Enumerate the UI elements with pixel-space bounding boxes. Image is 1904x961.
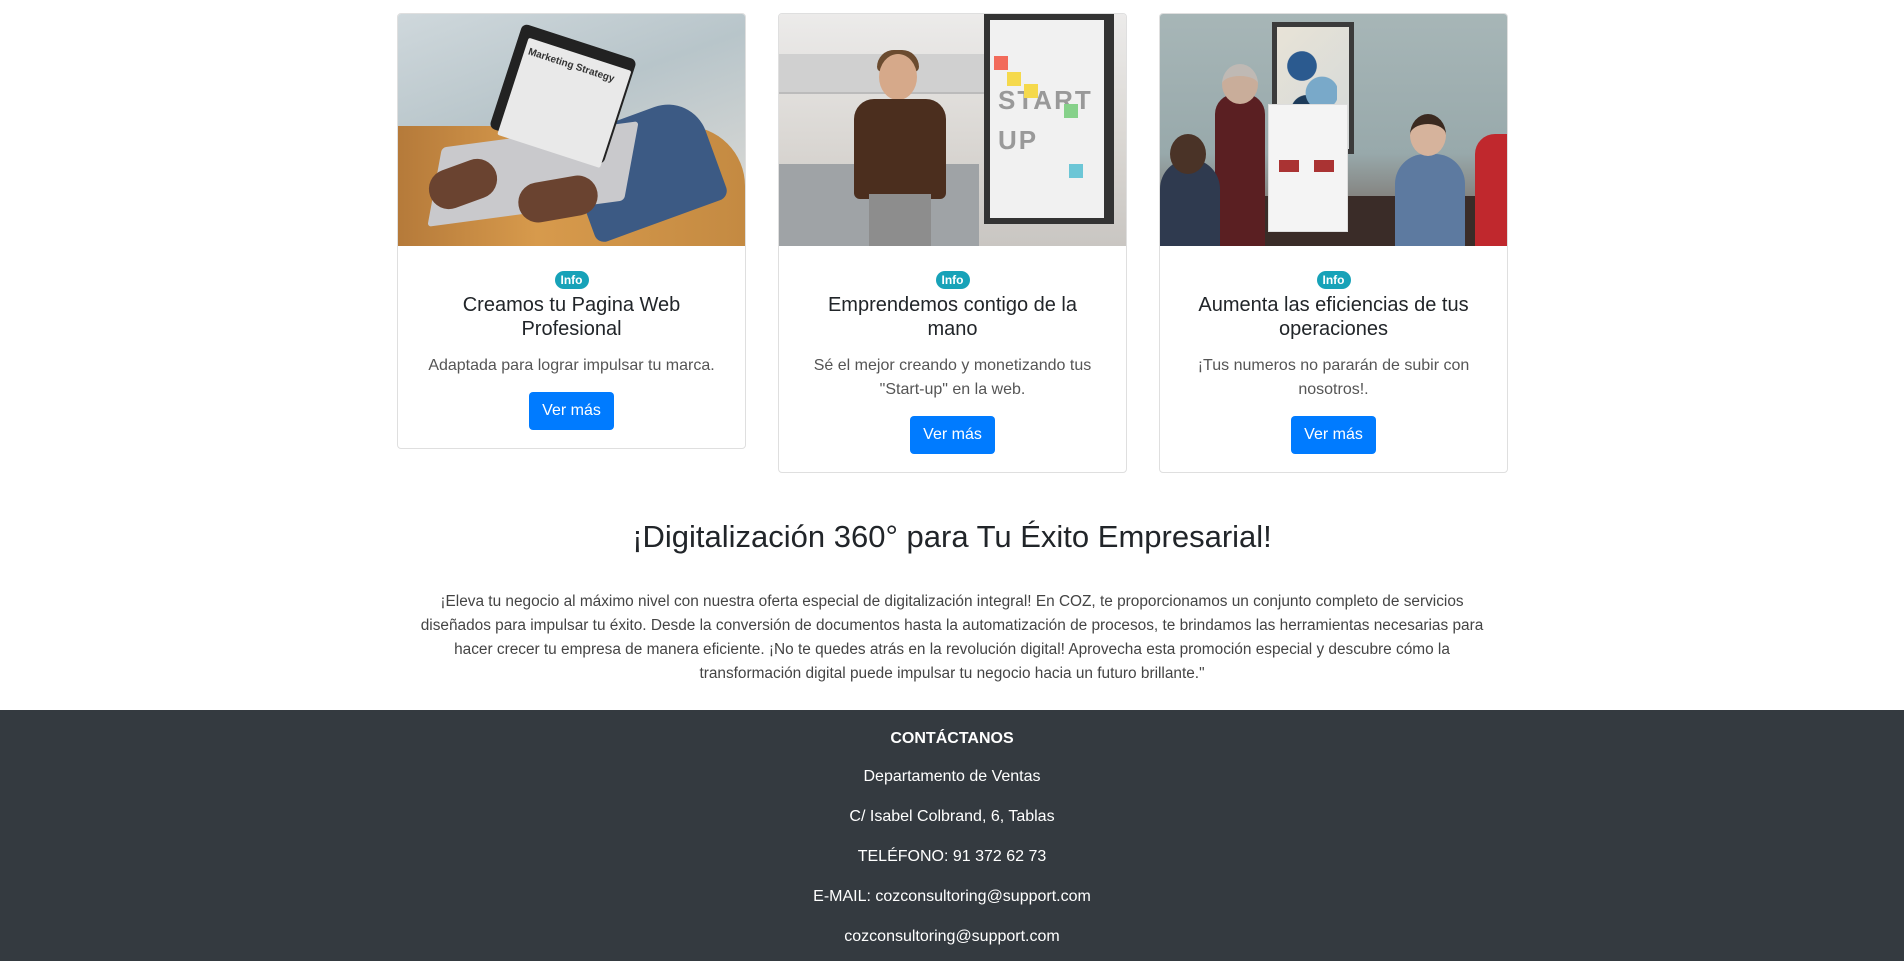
card-web-design: Info Creamos tu Pagina Web Profesional A… [397, 13, 746, 449]
card-title: Emprendemos contigo de la mano [827, 294, 1078, 340]
see-more-button[interactable]: Ver más [529, 392, 614, 430]
card-text: Sé el mejor creando y monetizando tus "S… [813, 357, 1092, 398]
footer-phone: TELÉFONO: 91 372 62 73 [857, 848, 1047, 865]
footer-email-link[interactable]: cozconsultoring@support.com [0, 928, 1904, 946]
service-cards: Info Creamos tu Pagina Web Profesional A… [397, 13, 1508, 473]
see-more-button[interactable]: Ver más [910, 416, 995, 454]
promo-title: ¡Digitalización 360° para Tu Éxito Empre… [632, 519, 1272, 554]
footer-department: Departamento de Ventas [863, 768, 1041, 785]
card-text: Adaptada para lograr impulsar tu marca. [428, 357, 715, 374]
footer-address: C/ Isabel Colbrand, 6, Tablas [849, 808, 1055, 825]
footer-title: CONTÁCTANOS [890, 730, 1014, 747]
info-badge: Info [1316, 271, 1351, 289]
info-badge: Info [935, 271, 970, 289]
card-image-meeting [1160, 14, 1507, 246]
card-text: ¡Tus numeros no pararán de subir con nos… [1197, 357, 1470, 398]
promo-text: ¡Eleva tu negocio al máximo nivel con nu… [420, 593, 1484, 682]
card-image-laptop [398, 14, 745, 246]
footer: CONTÁCTANOS Departamento de Ventas C/ Is… [0, 710, 1904, 961]
card-image-startup [779, 14, 1126, 246]
card-startup: Info Emprendemos contigo de la mano Sé e… [778, 13, 1127, 473]
card-efficiency: Info Aumenta las eficiencias de tus oper… [1159, 13, 1508, 473]
card-title: Creamos tu Pagina Web Profesional [462, 294, 681, 340]
see-more-button[interactable]: Ver más [1291, 416, 1376, 454]
info-badge: Info [554, 271, 589, 289]
card-title: Aumenta las eficiencias de tus operacion… [1198, 294, 1469, 340]
footer-email: E-MAIL: cozconsultoring@support.com [813, 888, 1091, 905]
